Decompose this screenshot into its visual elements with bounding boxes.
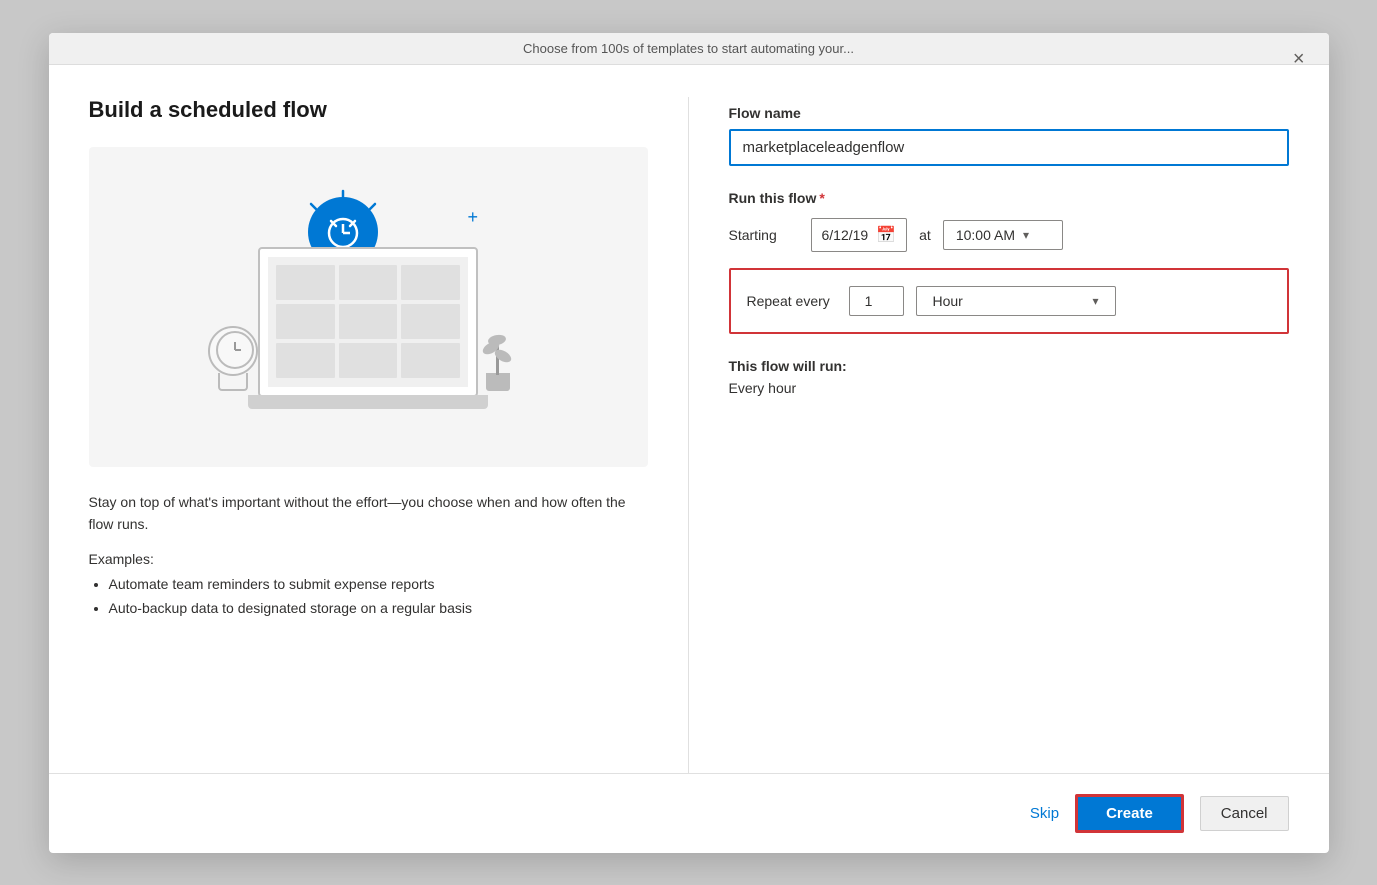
example-item-2: Auto-backup data to designated storage o… <box>109 597 648 621</box>
dialog-body: Build a scheduled flow <box>49 65 1329 773</box>
screen-cell <box>276 265 335 300</box>
screen-cell <box>339 265 398 300</box>
plant-decoration <box>478 321 518 391</box>
description-text: Stay on top of what's important without … <box>89 491 648 536</box>
starting-time-picker[interactable]: 10:00 AM ▾ <box>943 220 1063 250</box>
plant-pot <box>486 373 510 391</box>
starting-time-value: 10:00 AM <box>956 227 1015 243</box>
right-panel: Flow name Run this flow* Starting 6/12/1… <box>729 97 1289 773</box>
screen-cell <box>276 343 335 378</box>
flow-name-label: Flow name <box>729 105 1289 121</box>
repeat-every-unit-select[interactable]: Hour ▾ <box>916 286 1116 316</box>
run-this-flow-label: Run this flow* <box>729 190 1289 206</box>
examples-list: Automate team reminders to submit expens… <box>89 573 648 621</box>
screen-cell <box>276 304 335 339</box>
illus-content: + <box>198 187 538 427</box>
plant-leaf <box>487 333 506 346</box>
starting-label: Starting <box>729 227 799 243</box>
desk-clock-base <box>218 373 248 391</box>
close-button[interactable]: × <box>1293 49 1305 69</box>
dialog-title: Build a scheduled flow <box>89 97 648 123</box>
desk-clock-decoration <box>208 326 263 391</box>
laptop-base <box>248 395 488 409</box>
required-star: * <box>819 190 824 206</box>
laptop-screen-outer <box>258 247 478 397</box>
calendar-icon: 📅 <box>876 225 896 245</box>
plus-decoration: + <box>467 207 478 228</box>
repeat-every-number-input[interactable] <box>849 286 904 316</box>
screen-cell <box>401 265 460 300</box>
at-label: at <box>919 227 931 243</box>
screen-cell <box>401 343 460 378</box>
cancel-button[interactable]: Cancel <box>1200 796 1289 831</box>
starting-date-picker[interactable]: 6/12/19 📅 <box>811 218 908 252</box>
dialog-footer: Skip Create Cancel <box>49 773 1329 853</box>
starting-date-value: 6/12/19 <box>822 227 869 243</box>
create-button[interactable]: Create <box>1075 794 1184 833</box>
flow-will-run-value: Every hour <box>729 380 1289 396</box>
laptop-screen-grid <box>268 257 468 387</box>
skip-button[interactable]: Skip <box>1030 805 1059 822</box>
starting-row: Starting 6/12/19 📅 at 10:00 AM ▾ <box>729 218 1289 252</box>
illustration: + <box>89 147 648 467</box>
repeat-unit-value: Hour <box>933 293 963 309</box>
dialog: Choose from 100s of templates to start a… <box>49 33 1329 853</box>
top-bar: Choose from 100s of templates to start a… <box>49 33 1329 65</box>
examples-title: Examples: <box>89 551 648 567</box>
screen-cell <box>339 304 398 339</box>
flow-will-run-label: This flow will run: <box>729 358 1289 374</box>
screen-cell <box>401 304 460 339</box>
repeat-unit-chevron-icon: ▾ <box>1092 294 1098 308</box>
time-chevron-icon: ▾ <box>1023 228 1029 242</box>
flow-name-input[interactable] <box>729 129 1289 166</box>
repeat-every-label: Repeat every <box>747 293 837 309</box>
desk-clock-svg <box>210 328 260 378</box>
example-item-1: Automate team reminders to submit expens… <box>109 573 648 597</box>
desk-clock-face <box>208 326 258 376</box>
repeat-every-box: Repeat every Hour ▾ <box>729 268 1289 334</box>
top-bar-text: Choose from 100s of templates to start a… <box>523 41 854 56</box>
screen-cell <box>339 343 398 378</box>
left-panel: Build a scheduled flow <box>89 97 689 773</box>
